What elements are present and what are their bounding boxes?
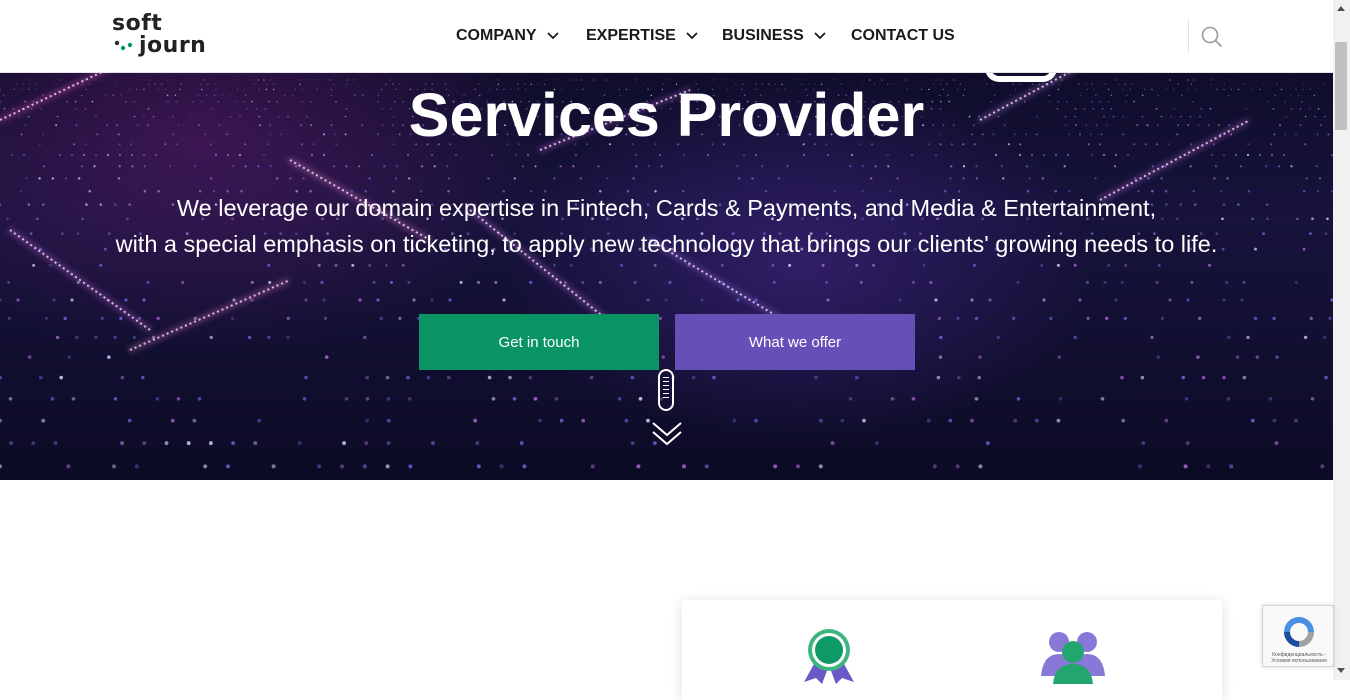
search-divider (1188, 20, 1189, 52)
search-icon[interactable] (1201, 26, 1223, 48)
nav-item-label: EXPERTISE (586, 27, 676, 44)
logo-text-soft: soft (112, 11, 163, 36)
nav-item-expertise[interactable]: EXPERTISE (586, 27, 698, 45)
scrollbar-thumb[interactable] (1335, 42, 1347, 130)
recaptcha-icon (1284, 617, 1314, 647)
scroll-down-icon[interactable] (652, 420, 682, 448)
hero-subtitle: We leverage our domain expertise in Fint… (0, 190, 1333, 262)
nav-item-company[interactable]: COMPANY (456, 27, 559, 45)
recaptcha-terms-link[interactable]: Условия использования (1265, 658, 1333, 664)
hero-subtitle-line-2: with a special emphasis on ticketing, to… (115, 231, 1218, 257)
hero-title: Services Provider (408, 81, 925, 149)
features-card (682, 600, 1222, 700)
scroll-down-arrow-icon[interactable] (1337, 668, 1345, 673)
recaptcha-terms[interactable]: Конфиденциальность - Условия использован… (1265, 652, 1333, 664)
recaptcha-badge[interactable]: Конфиденциальность - Условия использован… (1262, 605, 1334, 667)
nav-item-label: BUSINESS (722, 27, 804, 44)
nav-item-contact-us[interactable]: CONTACT US (851, 27, 955, 45)
page-scrollbar[interactable] (1333, 0, 1350, 680)
award-icon (804, 629, 854, 684)
team-icon (1041, 632, 1105, 684)
what-we-offer-button[interactable]: What we offer (675, 314, 915, 370)
scroll-mouse-icon[interactable] (658, 369, 674, 411)
nav-item-business[interactable]: BUSINESS (722, 27, 826, 45)
softjourn-logo[interactable]: soft journ (112, 11, 206, 61)
chevron-down-icon (686, 32, 698, 40)
logo-dots-icon (114, 40, 133, 51)
nav-item-label: CONTACT US (851, 27, 955, 44)
hero-subtitle-line-1: We leverage our domain expertise in Fint… (176, 195, 1157, 221)
nav-item-label: COMPANY (456, 27, 537, 44)
get-in-touch-button[interactable]: Get in touch (419, 314, 659, 370)
site-header: soft journ COMPANY EXPERTISE BUSINESS CO… (0, 0, 1333, 73)
chevron-down-icon (814, 32, 826, 40)
chevron-down-icon (546, 32, 559, 40)
scroll-up-arrow-icon[interactable] (1337, 6, 1345, 11)
logo-text-journ: journ (139, 33, 207, 58)
